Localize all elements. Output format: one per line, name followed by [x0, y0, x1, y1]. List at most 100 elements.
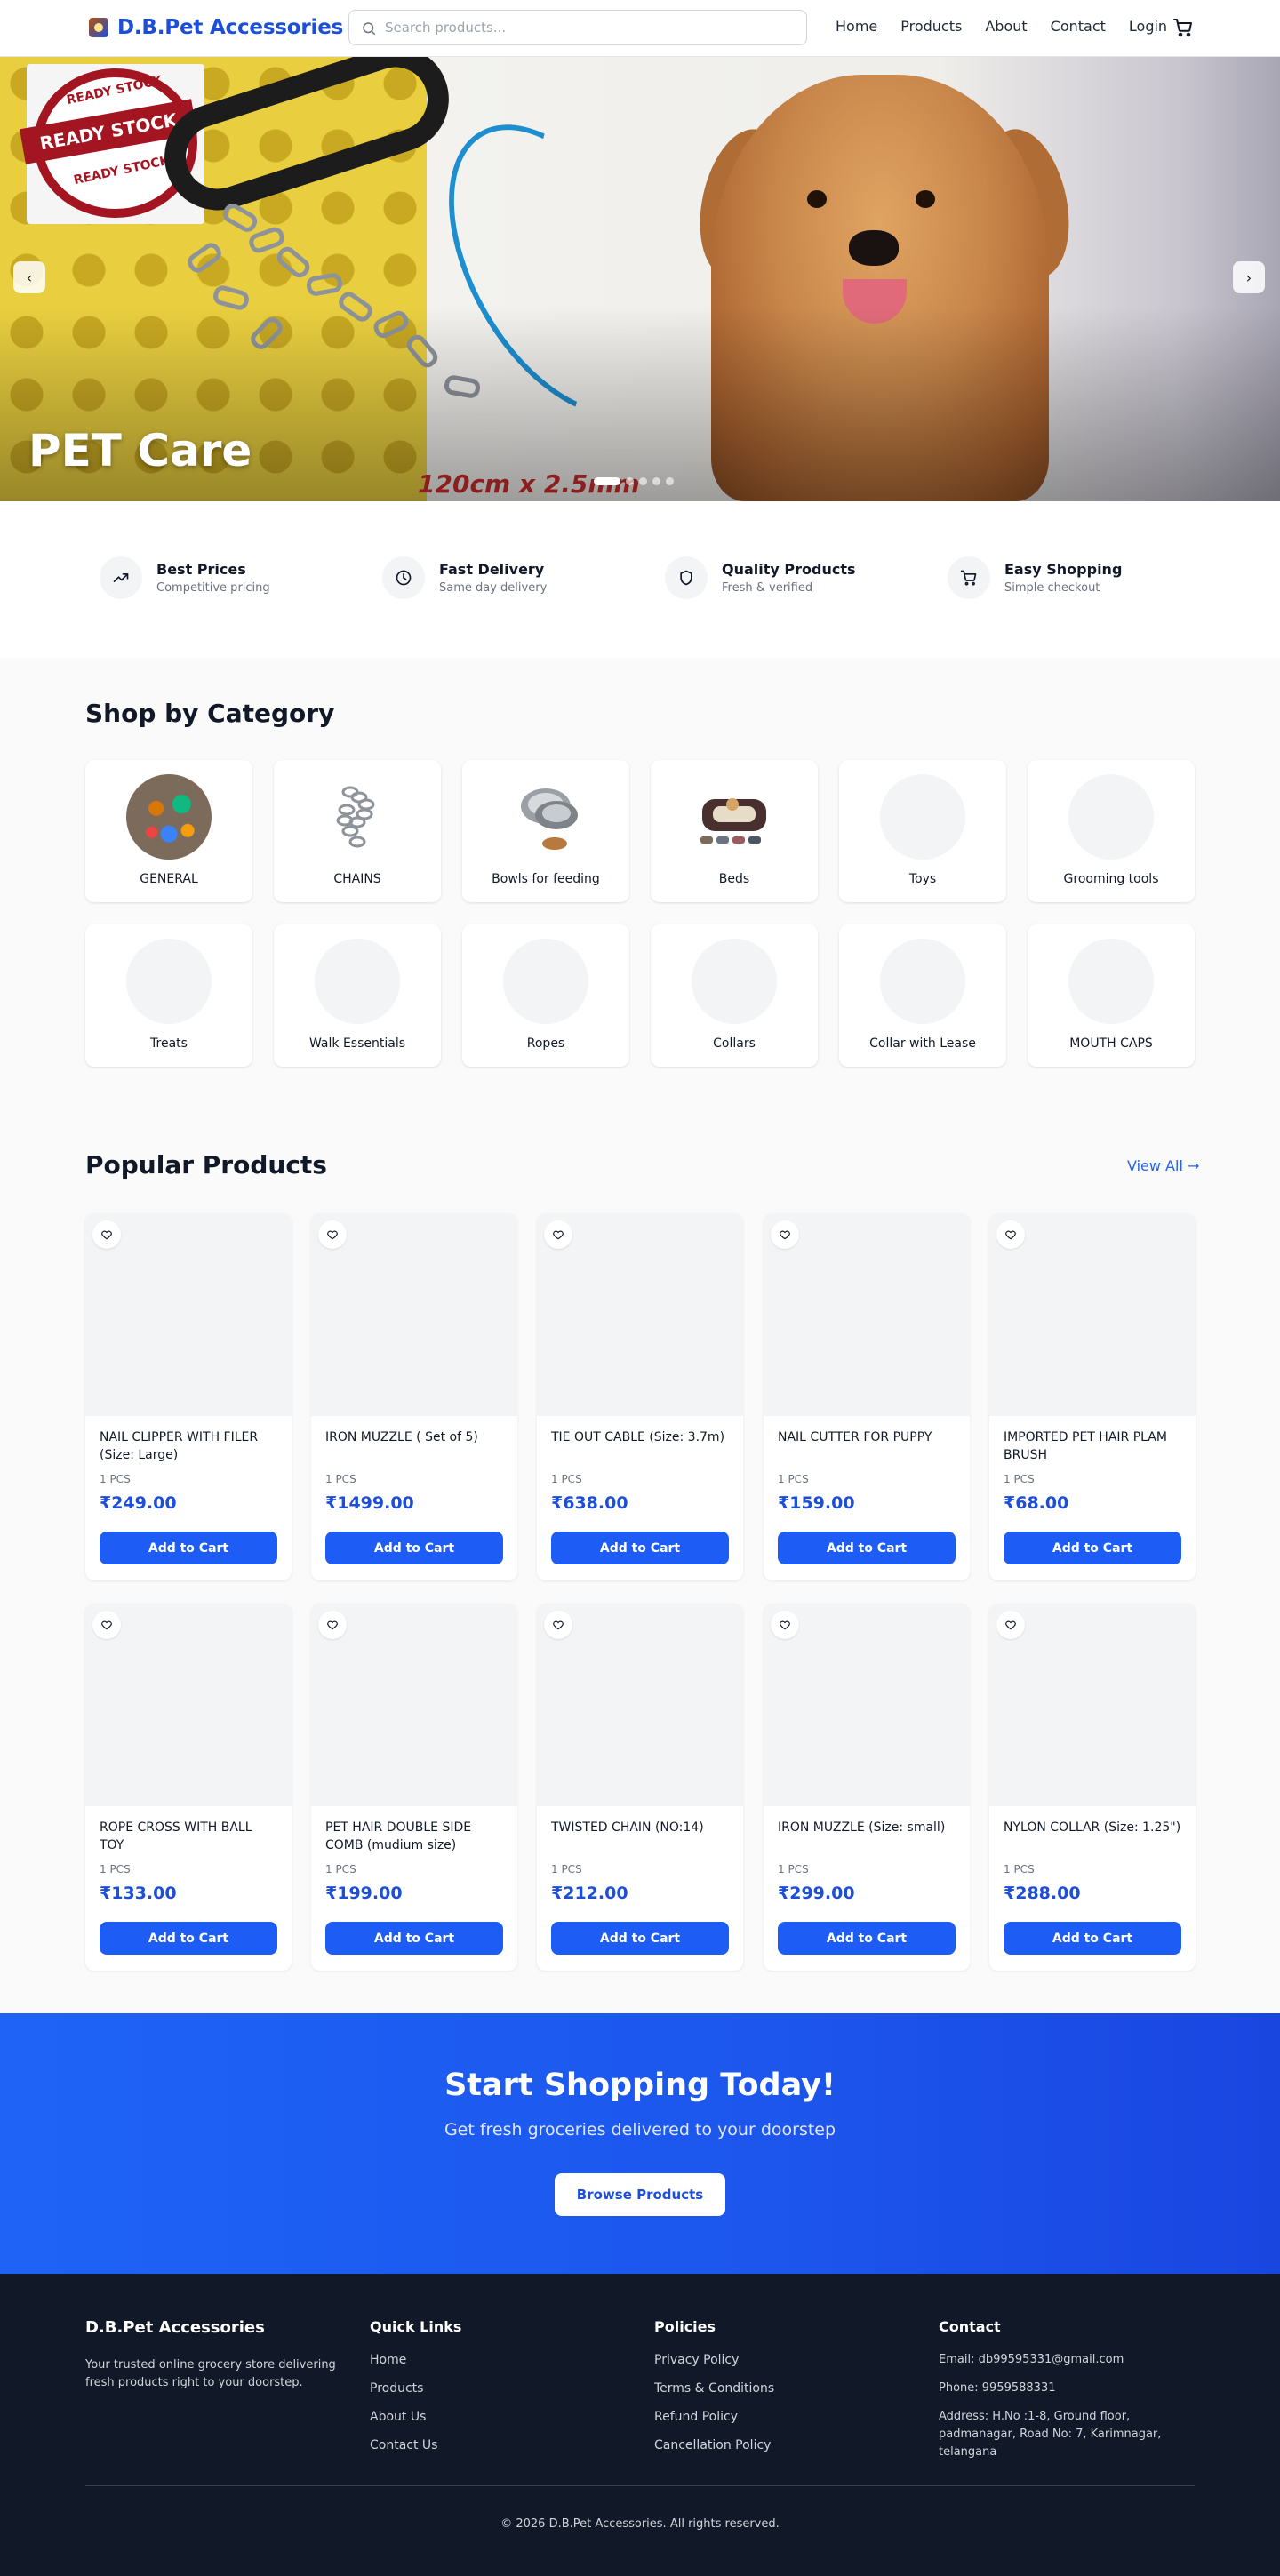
- main-nav: Home Products About Contact Login: [836, 18, 1167, 35]
- product-price: ₹288.00: [1004, 1884, 1081, 1903]
- product-name[interactable]: IRON MUZZLE (Size: small): [778, 1819, 956, 1836]
- footer-quick-links: Quick Links Home Products About Us Conta…: [370, 2318, 462, 2452]
- wishlist-button[interactable]: [771, 1220, 799, 1249]
- category-card-chains[interactable]: CHAINS: [274, 760, 441, 902]
- category-card-toys[interactable]: Toys: [839, 760, 1006, 902]
- product-card[interactable]: IMPORTED PET HAIR PLAM BRUSH 1 PCS ₹68.00 A…: [989, 1213, 1196, 1580]
- search-input[interactable]: [385, 20, 806, 36]
- footer-divider: [85, 2485, 1195, 2486]
- nav-about[interactable]: About: [985, 18, 1027, 35]
- carousel-dot-5[interactable]: [666, 477, 674, 485]
- add-to-cart-button[interactable]: Add to Cart: [1004, 1922, 1181, 1955]
- footer-link-terms[interactable]: Terms & Conditions: [654, 2381, 774, 2396]
- product-card[interactable]: IRON MUZZLE (Size: small) 1 PCS ₹299.00 Add…: [764, 1604, 970, 1971]
- footer-link-cancellation[interactable]: Cancellation Policy: [654, 2438, 774, 2452]
- add-to-cart-button[interactable]: Add to Cart: [100, 1532, 277, 1564]
- footer-link-about[interactable]: About Us: [370, 2410, 461, 2424]
- category-card-grooming-tools[interactable]: Grooming tools: [1028, 760, 1195, 902]
- product-name[interactable]: PET HAIR DOUBLE SIDE COMB (mudium size): [325, 1819, 503, 1854]
- category-card-collars[interactable]: Collars: [651, 924, 818, 1067]
- product-name[interactable]: TIE OUT CABLE (Size: 3.7m): [551, 1428, 729, 1446]
- brand-name: D.B.Pet Accessories: [117, 16, 344, 39]
- view-all-link[interactable]: View All →: [1127, 1157, 1199, 1174]
- nav-products[interactable]: Products: [900, 18, 962, 35]
- product-name[interactable]: ROPE CROSS WITH BALL TOY: [100, 1819, 277, 1854]
- product-unit: 1 PCS: [325, 1863, 356, 1876]
- category-image: [126, 774, 212, 860]
- feature-quality-products: Quality Products Fresh & verified: [665, 556, 856, 599]
- footer-link-products[interactable]: Products: [370, 2381, 461, 2396]
- add-to-cart-button[interactable]: Add to Cart: [100, 1922, 277, 1955]
- wishlist-button[interactable]: [544, 1220, 572, 1249]
- category-card-general[interactable]: GENERAL: [85, 760, 252, 902]
- cart-icon[interactable]: [1172, 17, 1194, 38]
- footer-link-privacy[interactable]: Privacy Policy: [654, 2353, 774, 2367]
- wishlist-button[interactable]: [92, 1611, 121, 1639]
- add-to-cart-button[interactable]: Add to Cart: [551, 1532, 729, 1564]
- product-card[interactable]: TIE OUT CABLE (Size: 3.7m) 1 PCS ₹638.00 Ad…: [537, 1213, 743, 1580]
- nav-home[interactable]: Home: [836, 18, 877, 35]
- product-card[interactable]: IRON MUZZLE ( Set of 5) 1 PCS ₹1499.00 Add …: [311, 1213, 517, 1580]
- cart-icon: [948, 556, 990, 599]
- product-price: ₹133.00: [100, 1884, 177, 1903]
- product-card[interactable]: NAIL CLIPPER WITH FILER (Size: Large) 1 P…: [85, 1213, 292, 1580]
- category-card-treats[interactable]: Treats: [85, 924, 252, 1067]
- wishlist-button[interactable]: [92, 1220, 121, 1249]
- wishlist-button[interactable]: [318, 1611, 347, 1639]
- wishlist-button[interactable]: [996, 1220, 1025, 1249]
- footer-link-contact[interactable]: Contact Us: [370, 2438, 461, 2452]
- product-unit: 1 PCS: [1004, 1863, 1035, 1876]
- footer-link-refund[interactable]: Refund Policy: [654, 2410, 774, 2424]
- product-name[interactable]: IRON MUZZLE ( Set of 5): [325, 1428, 503, 1446]
- product-name[interactable]: NAIL CLIPPER WITH FILER (Size: Large): [100, 1428, 277, 1464]
- heart-icon: [1005, 1620, 1016, 1630]
- wishlist-button[interactable]: [771, 1611, 799, 1639]
- add-to-cart-button[interactable]: Add to Cart: [778, 1922, 956, 1955]
- add-to-cart-button[interactable]: Add to Cart: [325, 1532, 503, 1564]
- product-name[interactable]: IMPORTED PET HAIR PLAM BRUSH: [1004, 1428, 1181, 1464]
- wishlist-button[interactable]: [996, 1611, 1025, 1639]
- carousel-dot-1[interactable]: [594, 477, 620, 485]
- feature-best-prices: Best Prices Competitive pricing: [100, 556, 270, 599]
- category-card-beds[interactable]: Beds: [651, 760, 818, 902]
- category-card-ropes[interactable]: Ropes: [462, 924, 629, 1067]
- footer-link-home[interactable]: Home: [370, 2353, 461, 2367]
- browse-products-button[interactable]: Browse Products: [555, 2173, 725, 2216]
- trending-up-icon: [100, 556, 142, 599]
- wishlist-button[interactable]: [318, 1220, 347, 1249]
- carousel-dot-4[interactable]: [652, 477, 660, 485]
- brand-logo[interactable]: D.B.Pet Accessories: [89, 16, 343, 39]
- hero-carousel: READY STOCK READY STOCK READY STOCK 120c…: [0, 57, 1280, 501]
- category-image: [880, 939, 965, 1024]
- heart-icon: [553, 1230, 564, 1240]
- product-card[interactable]: NAIL CUTTER FOR PUPPY 1 PCS ₹159.00 Add to …: [764, 1213, 970, 1580]
- category-card-collar-with-lease[interactable]: Collar with Lease: [839, 924, 1006, 1067]
- nav-contact[interactable]: Contact: [1051, 18, 1106, 35]
- carousel-dot-2[interactable]: [626, 477, 634, 485]
- wishlist-button[interactable]: [544, 1611, 572, 1639]
- add-to-cart-button[interactable]: Add to Cart: [778, 1532, 956, 1564]
- category-card-mouth-caps[interactable]: MOUTH CAPS: [1028, 924, 1195, 1067]
- product-card[interactable]: ROPE CROSS WITH BALL TOY 1 PCS ₹133.00 Add …: [85, 1604, 292, 1971]
- carousel-prev-button[interactable]: ‹: [13, 261, 45, 293]
- carousel-dot-3[interactable]: [639, 477, 647, 485]
- carousel-next-button[interactable]: ›: [1233, 261, 1265, 293]
- product-unit: 1 PCS: [778, 1863, 809, 1876]
- product-card[interactable]: NYLON COLLAR (Size: 1.25") 1 PCS ₹288.00 Ad…: [989, 1604, 1196, 1971]
- add-to-cart-button[interactable]: Add to Cart: [551, 1922, 729, 1955]
- heart-icon: [101, 1620, 112, 1630]
- product-name[interactable]: NAIL CUTTER FOR PUPPY: [778, 1428, 956, 1446]
- product-unit: 1 PCS: [1004, 1473, 1035, 1485]
- add-to-cart-button[interactable]: Add to Cart: [1004, 1532, 1181, 1564]
- product-card[interactable]: TWISTED CHAIN (NO:14) 1 PCS ₹212.00 Add to …: [537, 1604, 743, 1971]
- product-name[interactable]: TWISTED CHAIN (NO:14): [551, 1819, 729, 1836]
- category-card-walk-essentials[interactable]: Walk Essentials: [274, 924, 441, 1067]
- product-name[interactable]: NYLON COLLAR (Size: 1.25"): [1004, 1819, 1181, 1836]
- product-card[interactable]: PET HAIR DOUBLE SIDE COMB (mudium size) 1…: [311, 1604, 517, 1971]
- nav-login[interactable]: Login: [1129, 18, 1167, 35]
- add-to-cart-button[interactable]: Add to Cart: [325, 1922, 503, 1955]
- products-section-title: Popular Products: [85, 1150, 327, 1180]
- category-card-bowls[interactable]: Bowls for feeding: [462, 760, 629, 902]
- heart-icon: [780, 1620, 790, 1630]
- footer-brand-column: D.B.Pet Accessories Your trusted online …: [85, 2318, 343, 2392]
